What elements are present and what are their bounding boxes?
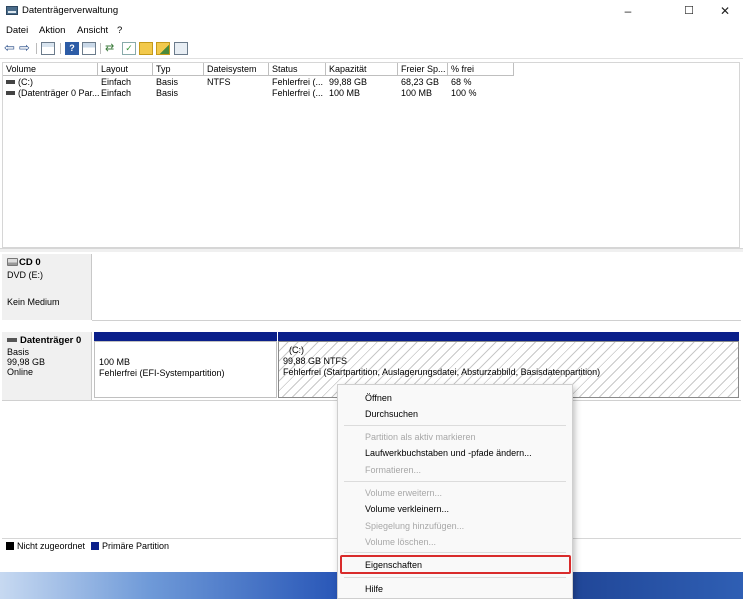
cd-drive-icon xyxy=(7,258,18,266)
properties-icon[interactable] xyxy=(82,42,96,55)
cell-status: Fehlerfrei (... xyxy=(272,88,324,98)
partition-c-label: (C:) xyxy=(289,345,304,355)
legend-primary-swatch xyxy=(91,542,99,550)
column-header-percent-free[interactable]: % frei xyxy=(448,63,514,76)
partition-c-header[interactable] xyxy=(278,332,739,341)
cd-0-info[interactable]: CD 0 DVD (E:) Kein Medium xyxy=(2,254,92,320)
table-row[interactable]: (Datenträger 0 Par... Einfach Basis Fehl… xyxy=(3,88,739,99)
toolbar-separator xyxy=(36,43,37,54)
menu-item-help[interactable]: Hilfe xyxy=(365,584,383,594)
disk-0-size: 99,98 GB xyxy=(7,357,46,367)
toolbar: ⇦ ⇨ ? ⇄ ✓ xyxy=(0,39,743,59)
menu-help[interactable]: ? xyxy=(117,25,122,36)
cell-volume: (Datenträger 0 Par... xyxy=(18,88,100,98)
menu-file[interactable]: Datei xyxy=(6,25,28,36)
cell-free-space: 68,23 GB xyxy=(401,77,440,87)
menu-separator xyxy=(344,481,566,482)
partition-efi[interactable]: 100 MB Fehlerfrei (EFI-Systempartition) xyxy=(94,341,277,398)
partition-c-size: 99,88 GB NTFS xyxy=(283,356,348,366)
menu-item-format: Formatieren... xyxy=(365,465,422,475)
menu-item-extend-volume: Volume erweitern... xyxy=(365,488,443,498)
menu-separator xyxy=(344,425,566,426)
cd-0-no-media: Kein Medium xyxy=(7,297,60,307)
menu-item-delete-volume: Volume löschen... xyxy=(365,537,437,547)
disk-0-type: Basis xyxy=(7,347,30,357)
menu-item-shrink-volume[interactable]: Volume verkleinern... xyxy=(365,504,449,514)
partition-efi-status: Fehlerfrei (EFI-Systempartition) xyxy=(99,368,225,378)
console-tree-icon[interactable] xyxy=(41,42,55,55)
partition-efi-size: 100 MB xyxy=(99,357,131,367)
menu-action[interactable]: Aktion xyxy=(39,25,65,36)
menu-item-explore[interactable]: Durchsuchen xyxy=(365,409,418,419)
cell-status: Fehlerfrei (... xyxy=(272,77,324,87)
cell-percent-free: 68 % xyxy=(451,77,472,87)
cell-capacity: 100 MB xyxy=(329,88,361,98)
legend-unallocated-swatch xyxy=(6,542,14,550)
cd-0-drive-letter: DVD (E:) xyxy=(7,270,43,280)
check-icon[interactable]: ✓ xyxy=(122,42,136,55)
menu-item-properties[interactable]: Eigenschaften xyxy=(365,560,422,570)
menu-separator xyxy=(344,577,566,578)
view-icon[interactable] xyxy=(174,42,188,55)
cell-filesystem: NTFS xyxy=(207,77,231,87)
divider xyxy=(92,320,741,321)
cell-capacity: 99,88 GB xyxy=(329,77,368,87)
disk-0-status: Online xyxy=(7,367,34,377)
table-row[interactable]: (C:) Einfach Basis NTFS Fehlerfrei (... … xyxy=(3,77,739,88)
cell-volume: (C:) xyxy=(18,77,33,87)
menu-item-mark-active: Partition als aktiv markieren xyxy=(365,432,476,442)
column-header-filesystem[interactable]: Dateisystem xyxy=(204,63,269,76)
menu-item-change-drive-letter[interactable]: Laufwerkbuchstaben und -pfade ändern... xyxy=(365,448,532,458)
menu-bar: Datei Aktion Ansicht ? xyxy=(0,22,743,38)
folder-open-icon[interactable] xyxy=(156,42,170,55)
forward-arrow-icon[interactable]: ⇨ xyxy=(19,41,33,55)
legend-primary-label: Primäre Partition xyxy=(102,541,170,551)
disk-icon xyxy=(7,338,17,342)
legend-unallocated-label: Nicht zugeordnet xyxy=(17,541,86,551)
minimize-button[interactable]: – xyxy=(611,0,645,22)
column-header-type[interactable]: Typ xyxy=(153,63,204,76)
window-title: Datenträgerverwaltung xyxy=(22,5,119,16)
column-header-status[interactable]: Status xyxy=(269,63,326,76)
volume-icon xyxy=(6,91,15,95)
partition-c-status: Fehlerfrei (Startpartition, Auslagerungs… xyxy=(283,367,601,377)
volume-icon xyxy=(6,80,15,84)
context-menu: Öffnen Durchsuchen Partition als aktiv m… xyxy=(337,384,573,599)
column-header-capacity[interactable]: Kapazität xyxy=(326,63,398,76)
column-header-layout[interactable]: Layout xyxy=(98,63,153,76)
disk-management-icon xyxy=(6,6,18,15)
cell-type: Basis xyxy=(156,88,179,98)
toolbar-separator xyxy=(60,43,61,54)
cell-free-space: 100 MB xyxy=(401,88,433,98)
disk-0-info[interactable]: Datenträger 0 Basis 99,98 GB Online xyxy=(2,332,92,400)
volume-list[interactable]: Volume Layout Typ Dateisystem Status Kap… xyxy=(2,62,740,248)
menu-item-open[interactable]: Öffnen xyxy=(365,393,392,403)
cell-layout: Einfach xyxy=(101,77,132,87)
menu-view[interactable]: Ansicht xyxy=(77,25,108,36)
cell-type: Basis xyxy=(156,77,179,87)
column-header-volume[interactable]: Volume xyxy=(3,63,98,76)
back-arrow-icon[interactable]: ⇦ xyxy=(4,41,18,55)
title-bar: Datenträgerverwaltung – ☐ ✕ xyxy=(0,0,743,22)
cd-0-title: CD 0 xyxy=(19,257,41,268)
close-button[interactable]: ✕ xyxy=(708,0,742,22)
column-header-free-space[interactable]: Freier Sp... xyxy=(398,63,448,76)
cell-layout: Einfach xyxy=(101,88,132,98)
menu-separator xyxy=(344,552,566,553)
partition-efi-header[interactable] xyxy=(94,332,277,341)
disk-0-title: Datenträger 0 xyxy=(20,335,82,346)
menu-item-add-mirror: Spiegelung hinzufügen... xyxy=(365,521,465,531)
toolbar-separator xyxy=(100,43,101,54)
cell-percent-free: 100 % xyxy=(451,88,477,98)
maximize-button[interactable]: ☐ xyxy=(672,0,706,22)
help-icon[interactable]: ? xyxy=(65,42,79,55)
folder-icon[interactable] xyxy=(139,42,153,55)
connect-icon[interactable]: ⇄ xyxy=(105,42,119,55)
